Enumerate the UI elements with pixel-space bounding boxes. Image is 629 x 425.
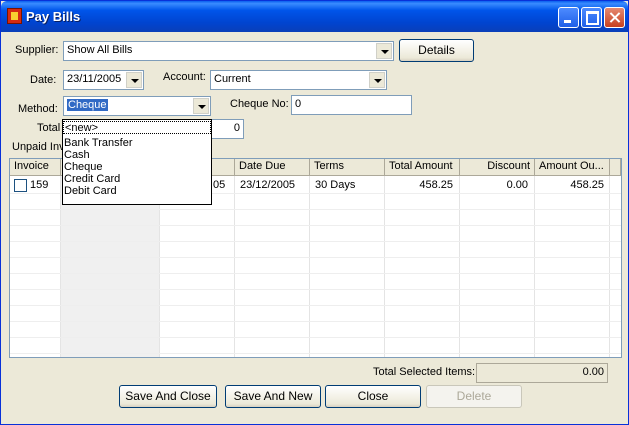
grid-line <box>384 176 385 357</box>
cell-terms: 30 Days <box>315 179 356 191</box>
column-header-amount-outstanding[interactable]: Amount Ou... <box>535 159 610 176</box>
dropdown-option-credit-card[interactable]: Credit Card <box>64 173 120 185</box>
cell-date: 05 <box>213 179 226 191</box>
total-selected-value-box: 0.00 <box>476 363 608 383</box>
method-value: Cheque <box>67 99 108 111</box>
dropdown-option-cash[interactable]: Cash <box>64 149 90 161</box>
row-select-checkbox[interactable] <box>14 179 27 192</box>
method-label: Method: <box>18 103 58 115</box>
grid-line <box>10 273 621 274</box>
close-button[interactable]: Close <box>325 385 421 408</box>
grid-line <box>459 176 460 357</box>
grid-line <box>10 209 621 210</box>
window-title: Pay Bills <box>26 9 81 24</box>
cell-discount: 0.00 <box>506 179 528 191</box>
dropdown-option-bank-transfer[interactable]: Bank Transfer <box>64 137 132 149</box>
total-value: 0 <box>233 122 240 134</box>
method-dropdown-list[interactable]: <new> Bank Transfer Cash Cheque Credit C… <box>62 119 212 205</box>
title-bar[interactable]: Pay Bills <box>1 1 628 32</box>
total-input[interactable]: 0 <box>207 119 244 139</box>
method-combo[interactable]: Cheque <box>63 96 211 116</box>
pay-bills-window: Pay Bills Supplier: Show All Bills Detai… <box>0 0 629 425</box>
grid-line <box>309 176 310 357</box>
chevron-down-icon[interactable] <box>193 98 209 114</box>
cheque-no-value: 0 <box>295 98 302 110</box>
cheque-no-input[interactable]: 0 <box>291 95 412 115</box>
dropdown-option-cheque[interactable]: Cheque <box>64 161 103 173</box>
account-value: Current <box>214 73 251 85</box>
total-selected-value: 0.00 <box>582 366 604 378</box>
chevron-down-icon[interactable] <box>369 72 385 88</box>
maximize-button[interactable] <box>581 7 602 28</box>
close-window-button[interactable] <box>604 7 625 28</box>
dropdown-option-debit-card[interactable]: Debit Card <box>64 185 117 197</box>
grid-line <box>10 353 621 354</box>
column-header-total-amount[interactable]: Total Amount <box>385 159 460 176</box>
supplier-label: Supplier: <box>15 44 59 56</box>
date-label: Date: <box>30 74 57 86</box>
total-label: Total <box>37 122 61 134</box>
chevron-down-icon[interactable] <box>126 72 142 88</box>
supplier-value: Show All Bills <box>67 44 133 56</box>
account-combo[interactable]: Current <box>210 70 387 90</box>
cell-amount-outstanding: 458.25 <box>570 179 604 191</box>
save-and-new-button[interactable]: Save And New <box>225 385 321 408</box>
grid-line <box>10 337 621 338</box>
grid-line <box>60 176 61 357</box>
account-label: Account: <box>163 71 206 83</box>
grid-line <box>10 225 621 226</box>
column-header-filler <box>610 159 621 176</box>
date-picker[interactable]: 23/11/2005 <box>63 70 144 90</box>
column-header-date-due[interactable]: Date Due <box>235 159 310 176</box>
column-header-invoice[interactable]: Invoice <box>10 159 61 176</box>
grid-line <box>10 257 621 258</box>
grid-line <box>10 305 621 306</box>
total-selected-label: Total Selected Items: <box>373 366 476 378</box>
cell-date-due: 23/12/2005 <box>240 179 296 191</box>
grid-line <box>10 289 621 290</box>
date-value: 23/11/2005 <box>67 73 122 85</box>
grid-line <box>10 321 621 322</box>
grid-line <box>234 176 235 357</box>
cell-total-amount: 458.25 <box>419 179 453 191</box>
save-and-close-button[interactable]: Save And Close <box>119 385 217 408</box>
cheque-no-label: Cheque No: <box>230 98 289 110</box>
grid-line <box>609 176 610 357</box>
app-icon <box>7 8 22 24</box>
minimize-button[interactable] <box>558 7 579 28</box>
details-button[interactable]: Details <box>399 39 474 62</box>
grid-line <box>534 176 535 357</box>
chevron-down-icon[interactable] <box>376 43 392 59</box>
unpaid-invoices-label: Unpaid Inv <box>12 141 65 153</box>
column-header-terms[interactable]: Terms <box>310 159 385 176</box>
grid-line <box>10 241 621 242</box>
supplier-combo[interactable]: Show All Bills <box>63 41 394 61</box>
dropdown-option-new[interactable]: <new> <box>63 121 211 134</box>
column-header-discount[interactable]: Discount <box>460 159 535 176</box>
cell-invoice: 159 <box>30 179 49 191</box>
delete-button[interactable]: Delete <box>426 385 522 408</box>
